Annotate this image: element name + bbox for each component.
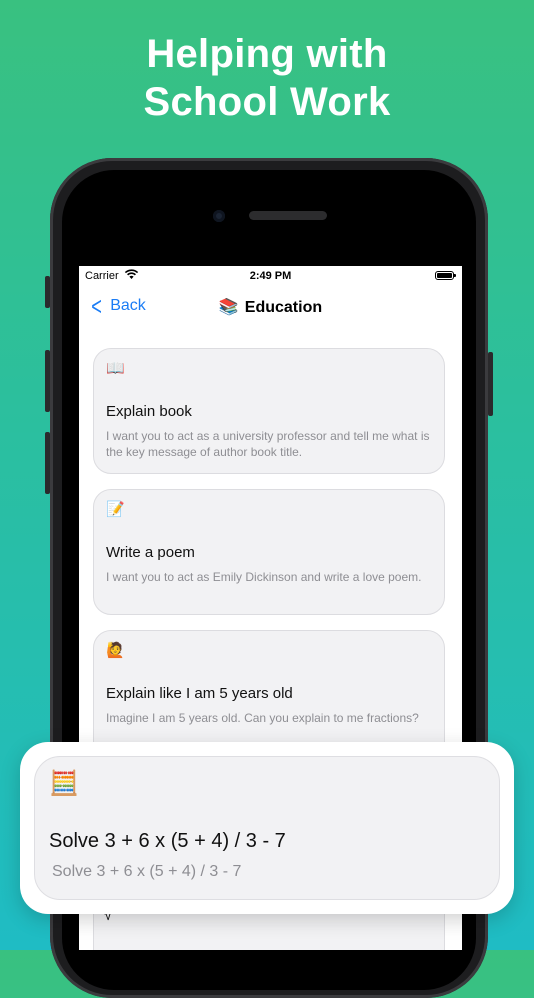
side-button-power bbox=[488, 352, 493, 416]
headline-line-1: Helping with bbox=[146, 32, 388, 76]
prompt-description: Solve 3 + 6 x (5 + 4) / 3 - 7 bbox=[52, 863, 242, 880]
status-time: 2:49 PM bbox=[249, 270, 292, 282]
side-button-volume-down bbox=[45, 432, 50, 494]
highlighted-prompt-card: 🧮 Solve 3 + 6 x (5 + 4) / 3 - 7 Solve 3 … bbox=[20, 742, 514, 914]
prompt-description: I want you to act as Emily Dickinson and… bbox=[106, 570, 422, 584]
prompt-title: Explain book bbox=[106, 403, 192, 420]
memo-icon: 📝 bbox=[106, 501, 125, 518]
earpiece-speaker bbox=[249, 211, 327, 220]
front-camera bbox=[213, 210, 225, 222]
raising-hand-icon: 🙋 bbox=[106, 642, 125, 659]
open-book-icon: 📖 bbox=[106, 360, 125, 377]
prompt-description: Imagine I am 5 years old. Can you explai… bbox=[106, 711, 419, 725]
page-title: 📚 Education bbox=[79, 297, 462, 317]
prompt-title: Write a poem bbox=[106, 544, 195, 561]
status-bar: Carrier 2:49 PM bbox=[79, 266, 462, 286]
abacus-icon: 🧮 bbox=[49, 770, 79, 797]
prompt-card-explain-like-5[interactable]: 🙋 Explain like I am 5 years old Imagine … bbox=[93, 630, 445, 760]
prompt-card-solve-equation[interactable]: 🧮 Solve 3 + 6 x (5 + 4) / 3 - 7 Solve 3 … bbox=[34, 756, 500, 900]
prompt-card-write-poem[interactable]: 📝 Write a poem I want you to act as Emil… bbox=[93, 489, 445, 615]
battery-icon bbox=[435, 271, 456, 280]
prompt-title: Explain like I am 5 years old bbox=[106, 685, 293, 702]
prompt-description: I want you to act as a university profes… bbox=[106, 429, 430, 459]
headline: Helping with School Work bbox=[0, 30, 534, 126]
prompt-title: Solve 3 + 6 x (5 + 4) / 3 - 7 bbox=[49, 830, 286, 852]
navigation-bar: < Back 📚 Education bbox=[79, 288, 462, 328]
prompt-card-explain-book[interactable]: 📖 Explain book I want you to act as a un… bbox=[93, 348, 445, 474]
page-title-text: Education bbox=[244, 299, 323, 316]
side-button-mute bbox=[45, 276, 50, 308]
headline-line-2: School Work bbox=[143, 80, 391, 124]
books-icon: 📚 bbox=[218, 299, 239, 316]
side-button-volume-up bbox=[45, 350, 50, 412]
